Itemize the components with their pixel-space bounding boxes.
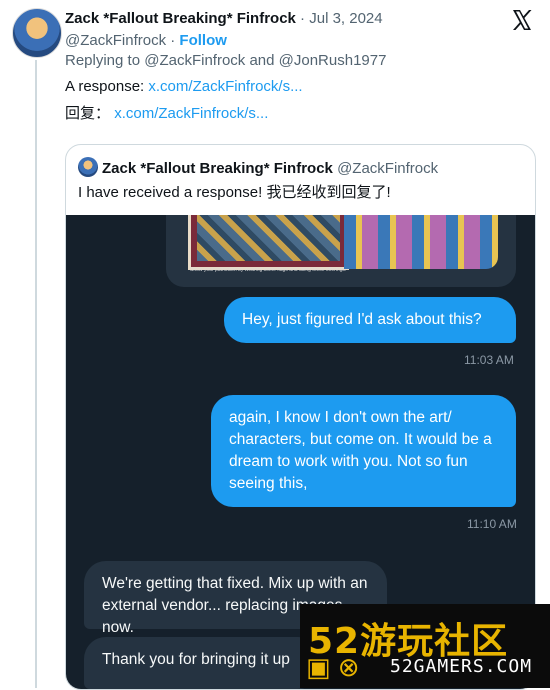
handle-row: @ZackFinfrock · Follow — [65, 31, 227, 51]
tweet-date[interactable]: · Jul 3, 2024 — [296, 10, 383, 27]
follow-button[interactable]: Follow — [179, 32, 227, 49]
watermark: 52游玩社区 ▣ ⊗ 52GAMERS.COM — [300, 604, 550, 688]
quote-handle: @ZackFinfrock — [337, 160, 439, 177]
fallout-poster-image — [188, 215, 349, 270]
watermark-icons: ▣ ⊗ — [306, 652, 360, 682]
message-time-1: 11:03 AM — [464, 353, 514, 367]
quote-header: Zack *Fallout Breaking* Finfrock @ZackFi… — [78, 157, 438, 179]
line1-prefix: A response: — [65, 78, 149, 95]
shared-image-card: Show your patriotism by wearing some fla… — [166, 215, 516, 287]
tweet-header: Zack *Fallout Breaking* Finfrock · Jul 3… — [65, 9, 510, 29]
tweet-link-1[interactable]: x.com/ZackFinfrock/s... — [148, 78, 302, 95]
author-name[interactable]: Zack *Fallout Breaking* Finfrock — [65, 10, 296, 27]
tweet-text-line-1: A response: x.com/ZackFinfrock/s... — [65, 77, 303, 97]
message-bubble-out-2: again, I know I don't own the art/ chara… — [211, 395, 516, 507]
thread-line — [35, 60, 37, 688]
watermark-site: 52GAMERS.COM — [390, 656, 533, 677]
message-bubble-in-2: Thank you for bringing it up — [84, 637, 320, 689]
vault-boy-image — [344, 215, 498, 269]
line2-prefix: 回复： — [65, 105, 111, 122]
replying-to: Replying to @ZackFinfrock and @JonRush19… — [65, 52, 387, 69]
image-caption: Show your patriotism by wearing some fla… — [190, 267, 347, 273]
tweet-link-2[interactable]: x.com/ZackFinfrock/s... — [114, 105, 268, 122]
tweet-text-line-2: 回复： x.com/ZackFinfrock/s... — [65, 104, 268, 124]
separator-dot: · — [170, 32, 176, 49]
quote-text: I have received a response! 我已经收到回复了! — [78, 184, 391, 201]
author-avatar[interactable] — [12, 8, 62, 58]
message-bubble-out-1: Hey, just figured I'd ask about this? — [224, 297, 516, 343]
quote-author-name: Zack *Fallout Breaking* Finfrock — [102, 160, 333, 177]
quote-avatar — [78, 157, 98, 177]
x-logo-icon[interactable] — [510, 8, 534, 32]
message-time-2: 11:10 AM — [467, 517, 517, 531]
author-handle[interactable]: @ZackFinfrock — [65, 32, 166, 49]
